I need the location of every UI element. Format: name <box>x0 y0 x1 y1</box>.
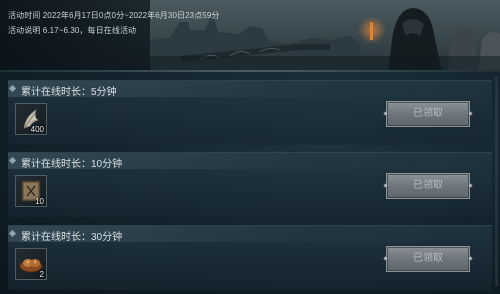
reward-item-count: 2 <box>39 270 44 279</box>
task-title: 累计在线时长：10分钟 <box>21 159 123 170</box>
claimed-button[interactable]: 已领取 <box>386 173 470 199</box>
event-time-label: 活动时间 <box>8 11 41 20</box>
event-description-value: 6.17~6.30，每日在线活动 <box>42 26 137 35</box>
diamond-bullet-icon <box>8 156 17 165</box>
event-description-text: 活动说明 6.17~6.30，每日在线活动 <box>8 25 136 36</box>
reward-item-slot[interactable]: 10 <box>15 175 47 207</box>
task-title: 累计在线时长：5分钟 <box>21 87 117 98</box>
reward-item-count: 10 <box>35 197 44 206</box>
task-row: 累计在线时长：10分钟 10 已领取 <box>8 152 492 217</box>
claimed-button[interactable]: 已领取 <box>386 101 470 127</box>
event-panel: 活动时间 2022年6月17日0点0分~2022年6月30日23点59分 活动说… <box>0 0 500 294</box>
task-header: 累计在线时长：5分钟 <box>8 81 492 98</box>
task-title: 累计在线时长：30分钟 <box>21 232 123 243</box>
event-banner: 活动时间 2022年6月17日0点0分~2022年6月30日23点59分 活动说… <box>0 0 500 72</box>
reward-item-slot[interactable]: 2 <box>15 248 47 280</box>
diamond-bullet-icon <box>8 229 17 238</box>
event-time-value: 2022年6月17日0点0分~2022年6月30日23点59分 <box>42 11 220 20</box>
banner-divider <box>0 70 500 72</box>
task-row: 累计在线时长：5分钟 400 已领取 <box>8 80 492 145</box>
reward-item-slot[interactable]: 400 <box>15 103 47 135</box>
task-header: 累计在线时长：10分钟 <box>8 153 492 170</box>
reward-item-count: 400 <box>30 125 44 134</box>
claimed-button[interactable]: 已领取 <box>386 246 470 272</box>
task-row: 累计在线时长：30分钟 2 已领取 <box>8 225 492 290</box>
event-description-label: 活动说明 <box>8 26 41 35</box>
event-time-text: 活动时间 2022年6月17日0点0分~2022年6月30日23点59分 <box>8 10 220 21</box>
diamond-bullet-icon <box>8 84 17 93</box>
task-header: 累计在线时长：30分钟 <box>8 226 492 243</box>
scrollbar[interactable] <box>495 76 498 286</box>
